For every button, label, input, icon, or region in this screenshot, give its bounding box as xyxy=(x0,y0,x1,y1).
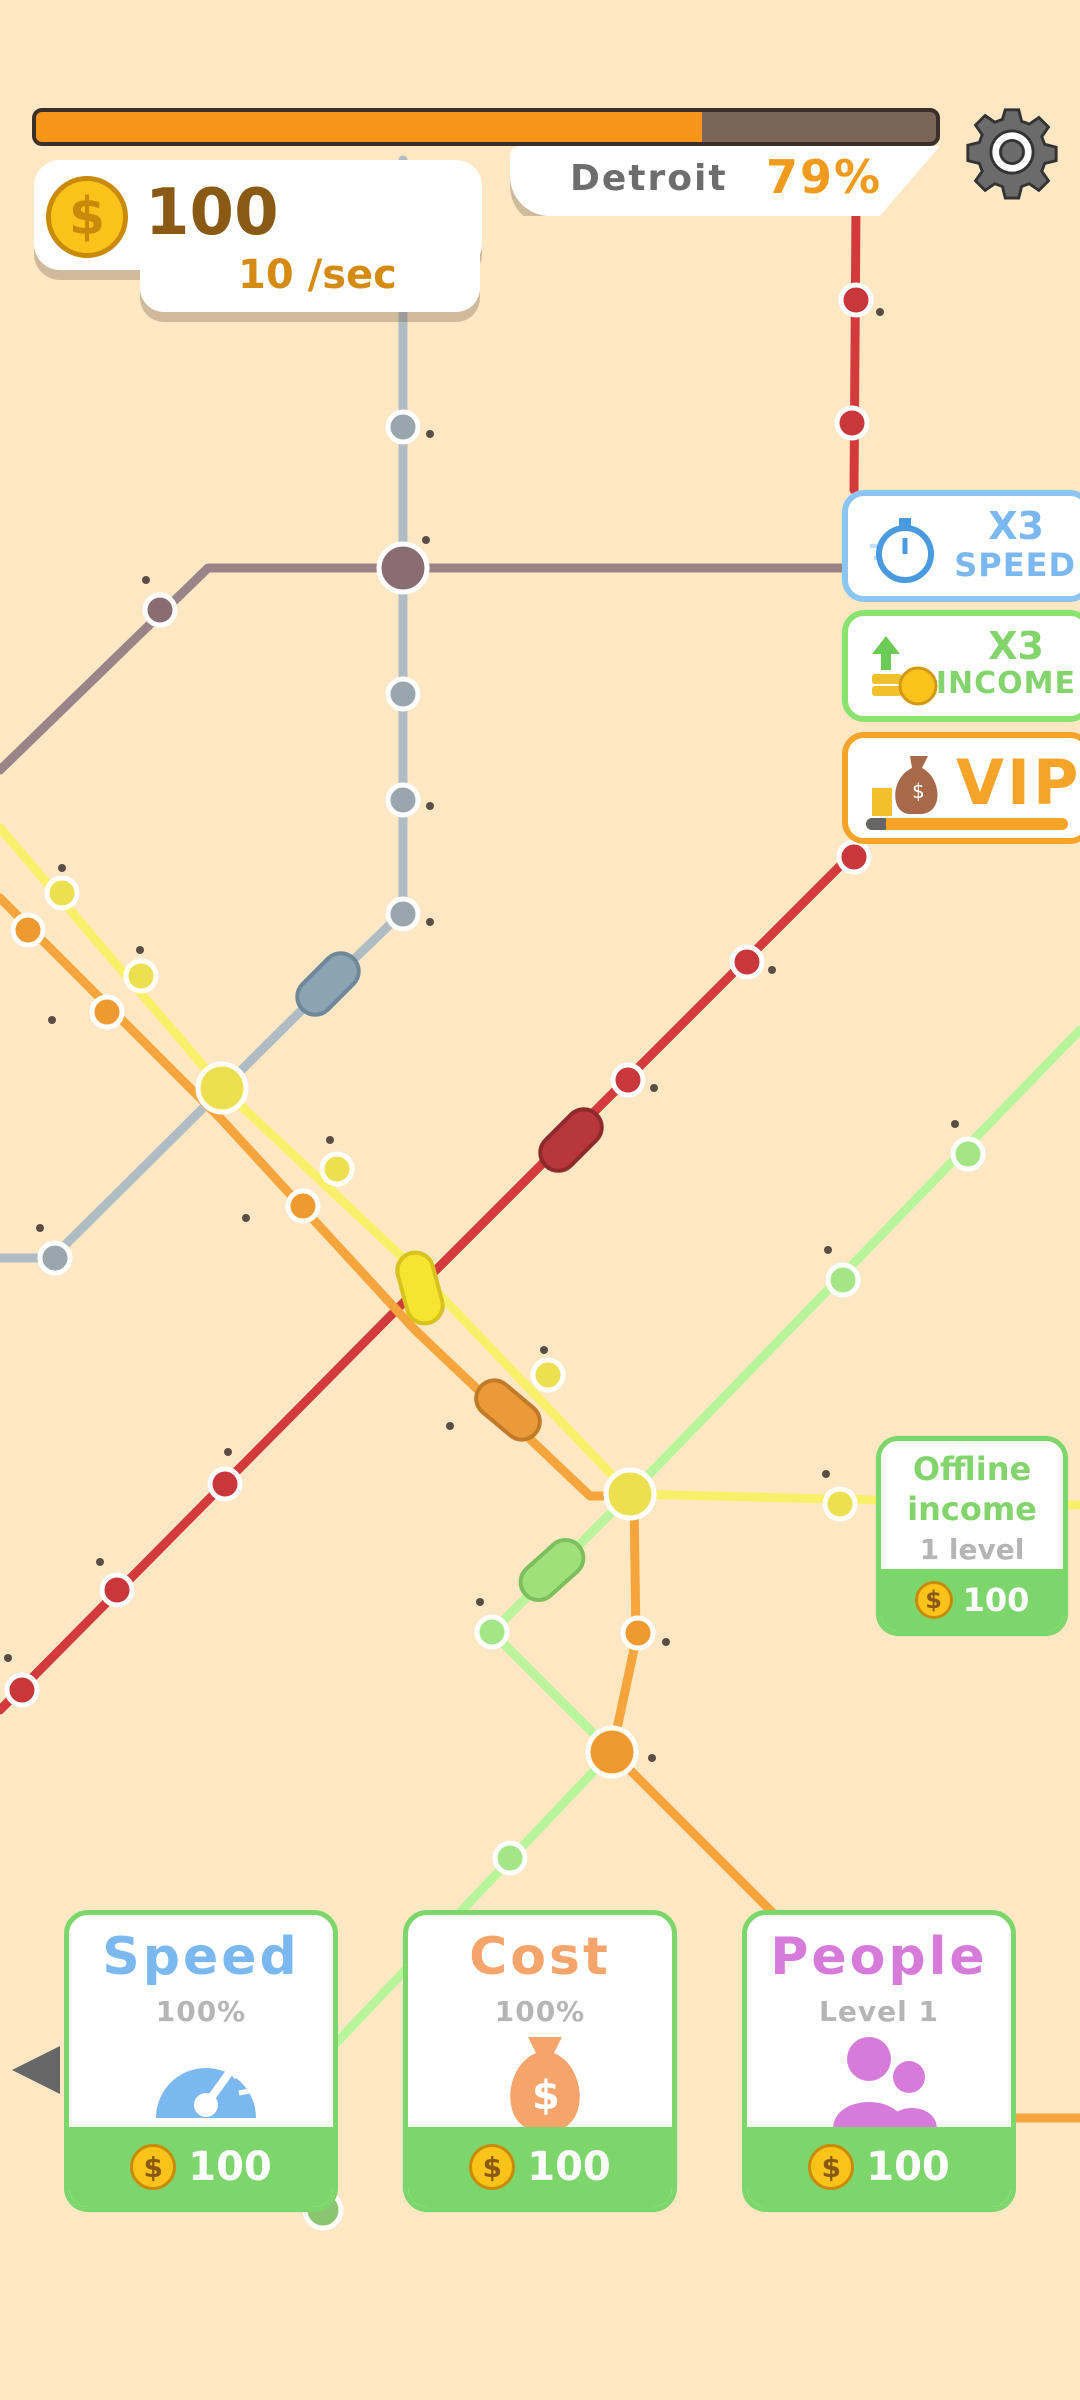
vip-progress-bar xyxy=(866,818,1068,830)
stopwatch-icon xyxy=(870,518,934,583)
station xyxy=(620,1615,656,1651)
station xyxy=(142,592,178,628)
city-progress-bar xyxy=(32,108,940,146)
station xyxy=(10,912,46,948)
metro-line-red xyxy=(849,200,861,495)
money-value: 100 xyxy=(145,176,279,250)
city-name: Detroit xyxy=(570,158,728,199)
station xyxy=(834,405,870,441)
station xyxy=(99,1572,135,1608)
city-progress-fill xyxy=(36,112,702,142)
offline-income-button[interactable]: Offline income 1 level $ 100 xyxy=(876,1436,1068,1636)
upgrade-people-cost: $ 100 xyxy=(747,2127,1011,2207)
upgrade-people-button[interactable]: People Level 1 $ 100 xyxy=(742,1910,1016,2212)
money-bag-icon: $ xyxy=(872,756,938,816)
offline-income-title: Offline income xyxy=(907,1450,1037,1528)
station-hub xyxy=(585,1725,639,1779)
coin-icon: $ xyxy=(130,2144,177,2190)
people-icon xyxy=(833,2037,937,2129)
speed-boost-label: SPEED xyxy=(954,546,1076,584)
train-red xyxy=(538,1107,604,1173)
vip-label: VIP xyxy=(956,746,1080,819)
station xyxy=(822,1486,858,1522)
income-boost-label: INCOME xyxy=(935,666,1076,701)
station xyxy=(385,409,421,445)
coin-icon: $ xyxy=(469,2144,516,2190)
scroll-left-arrow-icon[interactable] xyxy=(12,2046,60,2094)
upgrade-speed-value: 100% xyxy=(155,1995,247,2028)
upgrade-cost-button[interactable]: Cost 100% $ $ 100 xyxy=(403,1910,677,2212)
station xyxy=(474,1614,510,1650)
station xyxy=(492,1840,528,1876)
coin-icon: $ xyxy=(46,176,128,258)
offline-income-cost-value: 100 xyxy=(962,1581,1030,1619)
offline-income-cost: $ 100 xyxy=(881,1569,1063,1631)
station-hub xyxy=(376,541,430,595)
station xyxy=(285,1188,321,1224)
station xyxy=(530,1357,566,1393)
station xyxy=(123,958,159,994)
upgrade-speed-button[interactable]: Speed 100% $ 100 xyxy=(64,1910,338,2212)
city-progress-percent: 79% xyxy=(766,150,883,204)
svg-text:$: $ xyxy=(912,779,925,803)
money-bag-icon: $ xyxy=(510,2037,580,2131)
income-boost-button[interactable]: X3 INCOME xyxy=(842,610,1080,722)
station-hub xyxy=(603,1467,657,1521)
station xyxy=(4,1672,40,1708)
speed-boost-multiplier: X3 xyxy=(988,504,1044,548)
station xyxy=(44,875,80,911)
upgrade-cost-cost: $ 100 xyxy=(408,2127,672,2207)
station xyxy=(610,1062,646,1098)
station-hub xyxy=(195,1061,249,1115)
station xyxy=(836,839,872,875)
station xyxy=(825,1262,861,1298)
station xyxy=(385,676,421,712)
metro-line-purple xyxy=(0,563,850,775)
speedometer-icon xyxy=(156,2053,256,2118)
station xyxy=(89,994,125,1030)
upgrade-people-cost-value: 100 xyxy=(866,2144,950,2190)
station xyxy=(729,944,765,980)
upgrade-cost-cost-value: 100 xyxy=(527,2144,611,2190)
offline-income-level: 1 level xyxy=(919,1533,1025,1566)
vip-button[interactable]: $ VIP xyxy=(842,732,1080,844)
station xyxy=(37,1240,73,1276)
upgrade-people-title: People xyxy=(770,1927,988,1987)
coins-up-icon xyxy=(872,636,938,706)
speed-boost-button[interactable]: X3 SPEED xyxy=(842,490,1080,602)
metro-line-orange xyxy=(0,893,795,1935)
upgrade-speed-cost: $ 100 xyxy=(69,2127,333,2207)
station xyxy=(319,1151,355,1187)
upgrade-cost-value: 100% xyxy=(494,1995,586,2028)
upgrade-people-level: Level 1 xyxy=(819,1995,939,2028)
vip-progress-fill xyxy=(866,818,887,830)
coin-icon: $ xyxy=(808,2144,855,2190)
coin-icon: $ xyxy=(914,1581,953,1619)
svg-text:$: $ xyxy=(532,2073,560,2119)
station xyxy=(385,782,421,818)
income-boost-multiplier: X3 xyxy=(988,624,1044,668)
train-green xyxy=(518,1537,586,1603)
upgrade-cost-title: Cost xyxy=(469,1927,611,1987)
station xyxy=(385,896,421,932)
money-rate: 10 /sec xyxy=(238,252,397,298)
station xyxy=(950,1136,986,1172)
station xyxy=(838,282,874,318)
upgrade-speed-cost-value: 100 xyxy=(188,2144,272,2190)
train-grey xyxy=(295,951,361,1017)
upgrade-speed-title: Speed xyxy=(102,1927,300,1987)
gear-icon[interactable] xyxy=(964,104,1060,200)
station xyxy=(207,1466,243,1502)
